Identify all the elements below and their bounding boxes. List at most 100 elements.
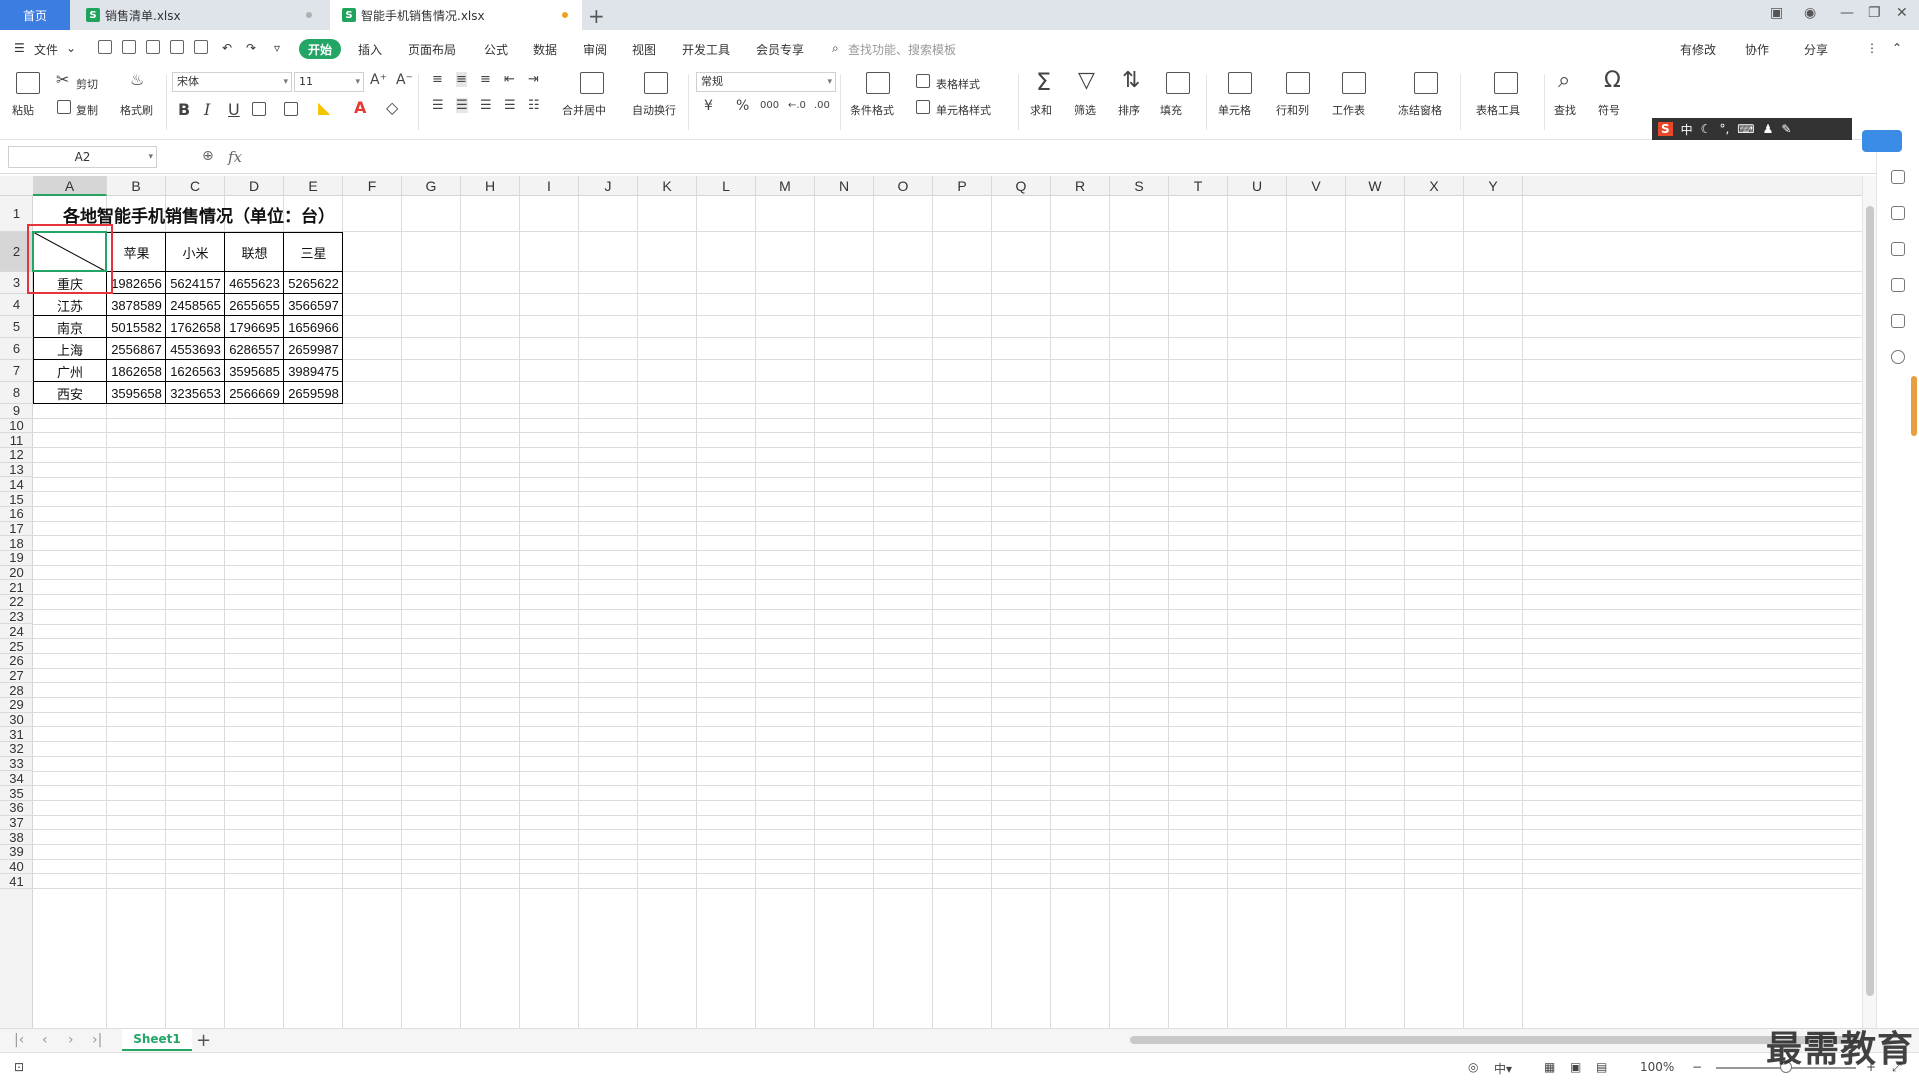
row-header-12[interactable]: 12: [0, 447, 33, 463]
freeze-panes-button[interactable]: 冻结窗格: [1398, 102, 1442, 118]
table-style-icon[interactable]: [916, 74, 930, 88]
merge-center-button[interactable]: 合并居中: [562, 102, 606, 118]
fill-icon[interactable]: [1166, 72, 1190, 94]
row-header-20[interactable]: 20: [0, 565, 33, 581]
worksheet-button[interactable]: 工作表: [1332, 102, 1365, 118]
zoom-out-button[interactable]: −: [1692, 1060, 1702, 1074]
share-panel-icon[interactable]: [1891, 314, 1905, 328]
row-header-39[interactable]: 39: [0, 844, 33, 860]
properties-icon[interactable]: [1891, 242, 1905, 256]
sales-value-cell[interactable]: 2659987: [284, 338, 343, 360]
row-header-29[interactable]: 29: [0, 697, 33, 713]
column-header-W[interactable]: W: [1346, 176, 1405, 196]
formula-input[interactable]: [252, 146, 1852, 168]
font-increase-icon[interactable]: A⁺: [370, 72, 387, 88]
currency-button[interactable]: ¥: [704, 98, 713, 114]
column-header-C[interactable]: C: [166, 176, 225, 196]
restore-icon[interactable]: ❐: [1868, 5, 1881, 21]
sales-value-cell[interactable]: 1656966: [284, 316, 343, 338]
row-header-17[interactable]: 17: [0, 521, 33, 537]
font-color-icon[interactable]: A: [354, 98, 366, 117]
reading-view-icon[interactable]: ▤: [1596, 1060, 1607, 1074]
find-icon[interactable]: ⌕: [1558, 68, 1570, 93]
sales-value-cell[interactable]: 2556867: [107, 338, 166, 360]
zoom-formula-icon[interactable]: ⊕: [202, 148, 214, 164]
underline-button[interactable]: U: [228, 100, 240, 119]
justify-icon[interactable]: ☰: [504, 98, 516, 113]
worksheet-icon[interactable]: [1342, 72, 1366, 94]
window-count-icon[interactable]: ▣: [1770, 5, 1783, 21]
row-header-5[interactable]: 5: [0, 316, 33, 338]
column-header-B[interactable]: B: [107, 176, 166, 196]
menu-view[interactable]: 视图: [632, 41, 656, 58]
indent-increase-icon[interactable]: ⇥: [528, 72, 539, 87]
column-header-I[interactable]: I: [520, 176, 579, 196]
first-sheet-icon[interactable]: |‹: [14, 1032, 24, 1048]
cond-format-icon[interactable]: [866, 72, 890, 94]
symbol-icon[interactable]: Ω: [1604, 68, 1621, 93]
column-header-U[interactable]: U: [1228, 176, 1287, 196]
column-header-H[interactable]: H: [461, 176, 520, 196]
decrease-decimal-icon[interactable]: .00: [814, 100, 830, 111]
city-cell[interactable]: 南京: [33, 316, 107, 338]
align-center-icon[interactable]: ☰: [456, 98, 468, 113]
menu-formula[interactable]: 公式: [484, 41, 508, 58]
sum-button[interactable]: 求和: [1030, 102, 1052, 118]
align-top-icon[interactable]: ≡: [432, 72, 443, 87]
align-left-icon[interactable]: ☰: [432, 98, 444, 113]
row-header-8[interactable]: 8: [0, 382, 33, 404]
column-header-A[interactable]: A: [33, 176, 107, 196]
cell-icon[interactable]: [1228, 72, 1252, 94]
table-header-cell[interactable]: 苹果: [107, 232, 166, 272]
sales-value-cell[interactable]: 1796695: [225, 316, 284, 338]
align-middle-icon[interactable]: ≡: [456, 72, 467, 87]
sales-value-cell[interactable]: 3989475: [284, 360, 343, 382]
row-header-36[interactable]: 36: [0, 800, 33, 816]
row-header-7[interactable]: 7: [0, 360, 33, 382]
format-painter-icon[interactable]: ♨: [130, 70, 144, 89]
row-header-13[interactable]: 13: [0, 462, 33, 478]
sales-value-cell[interactable]: 5015582: [107, 316, 166, 338]
cloud-icon[interactable]: [1862, 130, 1902, 152]
sales-value-cell[interactable]: 3595658: [107, 382, 166, 404]
font-name-select[interactable]: 宋体 ▾: [172, 72, 292, 92]
row-header-26[interactable]: 26: [0, 653, 33, 669]
menu-developer[interactable]: 开发工具: [682, 41, 730, 58]
city-cell[interactable]: 江苏: [33, 294, 107, 316]
format-painter-button[interactable]: 格式刷: [120, 102, 153, 118]
add-sheet-button[interactable]: +: [196, 1030, 211, 1051]
sales-value-cell[interactable]: 4553693: [166, 338, 225, 360]
city-cell[interactable]: 上海: [33, 338, 107, 360]
collapse-ribbon-icon[interactable]: ⌃: [1892, 41, 1902, 55]
row-header-23[interactable]: 23: [0, 609, 33, 625]
row-header-9[interactable]: 9: [0, 403, 33, 419]
macro-record-icon[interactable]: ⊡: [14, 1060, 24, 1074]
row-header-37[interactable]: 37: [0, 815, 33, 831]
cond-format-button[interactable]: 条件格式: [850, 102, 894, 118]
column-header-P[interactable]: P: [933, 176, 992, 196]
freeze-panes-icon[interactable]: [1414, 72, 1438, 94]
ime-status-icon[interactable]: 中▾: [1494, 1060, 1512, 1077]
scroll-thumb[interactable]: [1866, 206, 1874, 996]
cell-style-icon[interactable]: [916, 100, 930, 114]
sales-value-cell[interactable]: 1862658: [107, 360, 166, 382]
row-header-4[interactable]: 4: [0, 294, 33, 316]
column-header-G[interactable]: G: [402, 176, 461, 196]
column-header-O[interactable]: O: [874, 176, 933, 196]
column-header-R[interactable]: R: [1051, 176, 1110, 196]
sales-value-cell[interactable]: 2566669: [225, 382, 284, 404]
table-header-cell[interactable]: 联想: [225, 232, 284, 272]
row-header-35[interactable]: 35: [0, 786, 33, 801]
sheet-tab-sheet1[interactable]: Sheet1: [122, 1029, 192, 1051]
name-box[interactable]: A2 ▾: [8, 146, 157, 168]
sum-icon[interactable]: Σ: [1036, 68, 1051, 96]
tab-file-smartphone-sales[interactable]: S 智能手机销售情况.xlsx: [330, 0, 582, 30]
sales-value-cell[interactable]: 3878589: [107, 294, 166, 316]
column-header-T[interactable]: T: [1169, 176, 1228, 196]
row-header-19[interactable]: 19: [0, 550, 33, 566]
column-header-K[interactable]: K: [638, 176, 697, 196]
collab-button[interactable]: 协作: [1745, 41, 1769, 58]
backup-icon[interactable]: [1891, 278, 1905, 292]
sales-value-cell[interactable]: 3595685: [225, 360, 284, 382]
row-header-30[interactable]: 30: [0, 712, 33, 728]
